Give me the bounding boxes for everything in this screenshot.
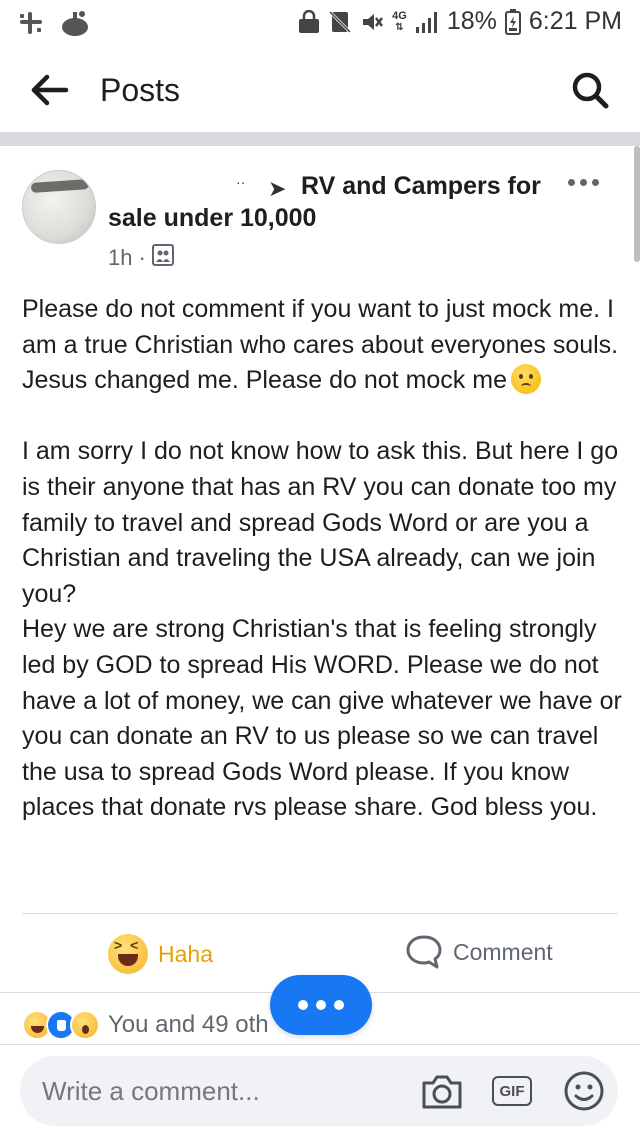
mute-icon xyxy=(360,10,384,34)
comment-composer-bar: GIF xyxy=(0,1044,640,1137)
emoji-button[interactable] xyxy=(562,1070,606,1112)
arrow-right-icon: ➤ xyxy=(268,176,287,201)
sad-face-emoji-icon xyxy=(511,364,541,395)
comment-label: Comment xyxy=(453,938,553,965)
clock: 6:21 PM xyxy=(528,7,622,35)
post-paragraph: I am sorry I do not know how to ask this… xyxy=(22,434,622,826)
search-icon xyxy=(572,72,609,109)
post-text: I am sorry I do not know how to ask this… xyxy=(22,437,622,822)
reactions-count-text: You and 49 oth xyxy=(108,1011,269,1038)
post-header: ·· ➤ RV and Campers for xyxy=(108,168,548,208)
camera-button[interactable] xyxy=(420,1070,464,1112)
group-privacy-icon xyxy=(151,244,174,272)
dot-icon xyxy=(580,178,587,186)
no-sim-icon xyxy=(328,10,352,34)
scrollbar[interactable] xyxy=(634,146,640,262)
search-button[interactable] xyxy=(570,70,610,110)
dot-icon xyxy=(568,178,575,186)
network-type-icon: 4G ⇅ xyxy=(392,9,407,33)
more-options-button[interactable] xyxy=(568,170,608,194)
post-body: Please do not comment if you want to jus… xyxy=(22,292,622,826)
network-type-label: 4G xyxy=(392,9,407,22)
vpn-icon xyxy=(298,9,320,34)
post-paragraph: Please do not comment if you want to jus… xyxy=(22,292,622,399)
haha-icon xyxy=(108,934,148,974)
group-name-continued[interactable]: sale under 10,000 xyxy=(108,204,316,233)
header-divider xyxy=(0,132,640,146)
back-button[interactable] xyxy=(30,72,70,108)
status-bar: 4G ⇅ 18% 6:21 PM xyxy=(0,0,640,44)
comment-input[interactable] xyxy=(42,1056,412,1126)
battery-percent: 18% xyxy=(446,7,497,35)
dot-icon xyxy=(592,178,599,186)
floating-more-button[interactable] xyxy=(270,975,372,1035)
dot-icon xyxy=(334,1000,344,1010)
avatar[interactable] xyxy=(22,170,96,244)
comment-icon xyxy=(406,935,442,969)
app-bar: Posts xyxy=(0,44,640,132)
post-meta: 1h · xyxy=(108,244,174,272)
notification-app-icon xyxy=(58,8,92,38)
wow-icon xyxy=(70,1010,100,1040)
dot-icon xyxy=(298,1000,308,1010)
slack-icon xyxy=(16,8,46,38)
group-name[interactable]: RV and Campers for xyxy=(301,172,541,201)
separator-dot: · xyxy=(138,245,146,270)
comment-button[interactable]: Comment xyxy=(405,934,553,970)
battery-icon xyxy=(504,8,521,35)
arrow-left-icon xyxy=(31,74,69,106)
gif-button[interactable]: GIF xyxy=(490,1070,534,1112)
author-name-fragment: ·· xyxy=(236,174,246,190)
timestamp[interactable]: 1h xyxy=(108,245,132,271)
camera-icon xyxy=(422,1075,462,1109)
dot-icon xyxy=(316,1000,326,1010)
reaction-button[interactable]: Haha xyxy=(108,934,213,974)
author-name-redacted[interactable]: ·· xyxy=(108,172,258,202)
smiley-icon xyxy=(564,1071,604,1111)
signal-icon xyxy=(415,10,439,34)
gif-icon: GIF xyxy=(492,1076,532,1106)
reaction-label: Haha xyxy=(158,940,213,967)
comment-composer: GIF xyxy=(20,1056,618,1126)
reactions-summary[interactable]: You and 49 oth xyxy=(22,1010,269,1040)
page-title: Posts xyxy=(100,72,181,108)
